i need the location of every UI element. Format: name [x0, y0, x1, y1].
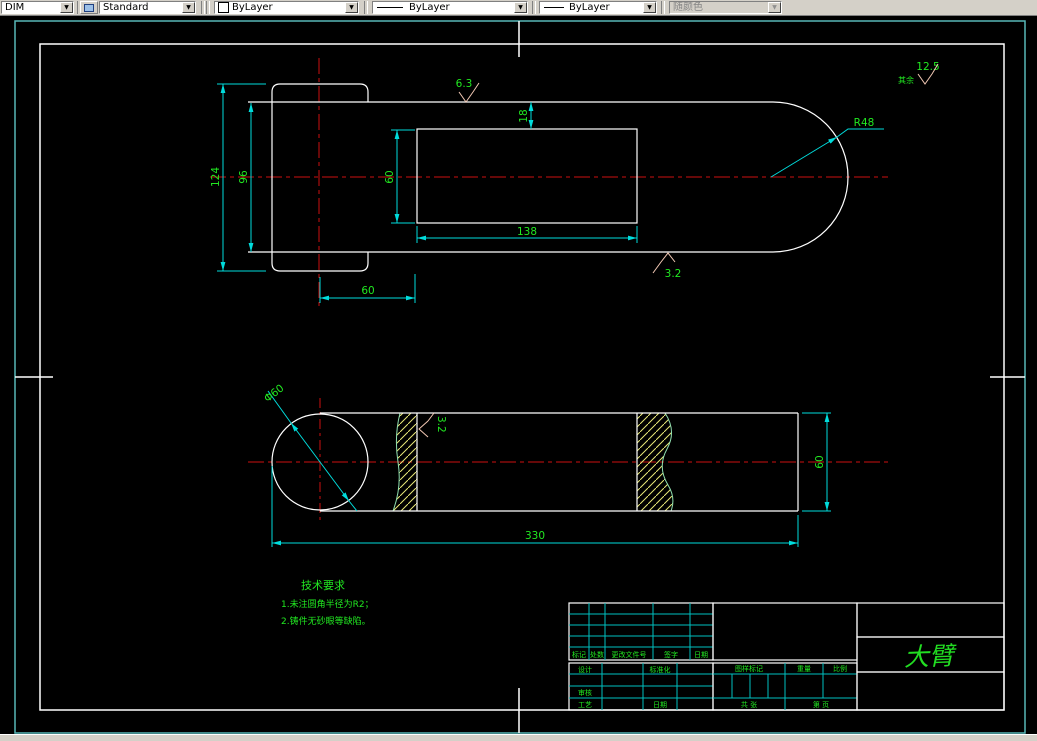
role-design: 设计: [578, 665, 592, 674]
rev-header: 更改文件号: [612, 650, 647, 659]
dim-60-height: 60: [814, 455, 826, 468]
dim-124: 124: [210, 167, 222, 187]
dim-138: 138: [517, 226, 537, 238]
dimension-text: 124 96 18 60 138 60 R48: [210, 109, 874, 297]
part-name: 大臂: [903, 641, 958, 672]
tech-requirements: 技术要求 1.未注圆角半径为R2； 2.铸件无砂眼等缺陷。: [281, 579, 374, 627]
dim-60-slot: 60: [384, 170, 396, 183]
dimension-lines: [217, 83, 884, 303]
label-scale: 比例: [833, 664, 847, 673]
cad-window: DIM ▼ Standard ▼ ByLayer ▼ ByLayer ▼ ByL…: [0, 0, 1037, 741]
dimension-lines: [267, 390, 831, 547]
side-view: Φ60 330 60 3.2: [248, 382, 888, 547]
surface-finish-icon: [418, 412, 435, 438]
surface-finish-3-2: 3.2: [665, 268, 682, 280]
rev-header: 标记: [572, 650, 586, 659]
rev-header: 处数: [590, 650, 604, 659]
dim-330: 330: [525, 530, 545, 542]
tech-req-item: 1.未注圆角半径为R2；: [281, 598, 374, 610]
general-finish-prefix: 其余: [898, 75, 914, 85]
signature-table: 设计 标准化 审核 工艺 日期: [568, 662, 714, 711]
drawing-canvas[interactable]: 124 96 18 60 138 60 R48 6.3 3.2 其余 12.5: [0, 0, 1037, 741]
rev-header: 签字: [664, 650, 678, 659]
tech-req-item: 2.铸件无砂眼等缺陷。: [281, 615, 371, 627]
surface-finish-6-3: 6.3: [456, 78, 473, 90]
dim-18: 18: [518, 109, 530, 122]
part-name-cells: 大臂: [856, 602, 1005, 711]
drawing-number-cell: [712, 602, 858, 661]
role-standardization: 标准化: [650, 665, 671, 674]
surface-finish-icon: [458, 82, 676, 274]
general-finish-note: 其余 12.5: [898, 61, 940, 85]
dim-96: 96: [238, 170, 250, 184]
marks-table: 图样标记 重量 比例 共 张 第 页: [712, 662, 858, 711]
tech-req-title: 技术要求: [301, 579, 345, 592]
dim-r48: R48: [854, 117, 875, 129]
revision-table: 标记 处数 更改文件号 签字 日期: [568, 602, 714, 661]
role-date: 日期: [653, 701, 667, 709]
label-sheet-total: 共 张: [741, 700, 757, 709]
window-bottom-strip: [0, 734, 1037, 741]
surface-finish-3-2: 3.2: [435, 416, 447, 433]
role-audit: 审核: [578, 688, 592, 697]
label-drawing-mark: 图样标记: [735, 664, 763, 673]
rev-header: 日期: [694, 651, 708, 659]
dim-dia-60: Φ60: [262, 382, 287, 405]
title-block: 标记 处数 更改文件号 签字 日期 设计 标准化 审核 工艺 日期 图样标记 重…: [568, 602, 1005, 711]
role-process: 工艺: [578, 701, 592, 709]
label-weight: 重量: [797, 665, 811, 673]
label-sheet-no: 第 页: [813, 700, 829, 709]
top-view: 124 96 18 60 138 60 R48 6.3 3.2: [210, 58, 888, 310]
dim-60-base: 60: [361, 285, 374, 297]
